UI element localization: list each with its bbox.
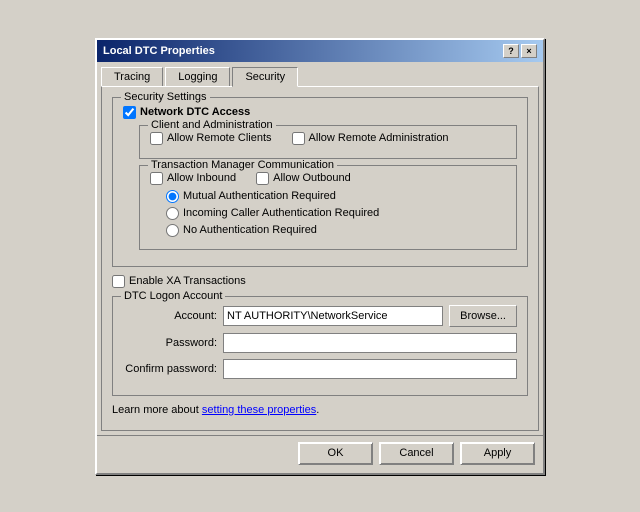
allow-outbound-row: Allow Outbound — [256, 172, 351, 185]
no-auth-label: No Authentication Required — [183, 224, 317, 236]
security-settings-group: Security Settings Network DTC Access Cli… — [112, 97, 528, 267]
password-row: Password: — [123, 333, 517, 353]
title-bar-buttons: ? × — [503, 44, 537, 58]
allow-inbound-row: Allow Inbound — [150, 172, 236, 185]
password-input[interactable] — [223, 333, 517, 353]
allow-remote-clients-checkbox[interactable] — [150, 132, 163, 145]
incoming-caller-radio[interactable] — [166, 207, 179, 220]
allow-outbound-checkbox[interactable] — [256, 172, 269, 185]
password-label: Password: — [123, 337, 223, 349]
network-dtc-label: Network DTC Access — [140, 106, 250, 118]
close-button[interactable]: × — [521, 44, 537, 58]
cancel-button[interactable]: Cancel — [379, 442, 454, 465]
enable-xa-row: Enable XA Transactions — [112, 275, 528, 288]
network-dtc-checkbox[interactable] — [123, 106, 136, 119]
incoming-caller-row: Incoming Caller Authentication Required — [166, 207, 506, 220]
security-settings-label: Security Settings — [121, 91, 210, 103]
enable-xa-checkbox[interactable] — [112, 275, 125, 288]
help-button[interactable]: ? — [503, 44, 519, 58]
allow-remote-admin-label: Allow Remote Administration — [309, 132, 449, 144]
dtc-logon-label: DTC Logon Account — [121, 290, 225, 302]
client-admin-options: Allow Remote Clients Allow Remote Admini… — [150, 132, 506, 150]
browse-button[interactable]: Browse... — [449, 305, 517, 327]
learn-more-link[interactable]: setting these properties — [202, 404, 316, 416]
learn-more-section: Learn more about setting these propertie… — [112, 404, 528, 416]
no-auth-row: No Authentication Required — [166, 224, 506, 237]
confirm-password-row: Confirm password: — [123, 359, 517, 379]
learn-more-text: Learn more about — [112, 404, 202, 416]
no-auth-radio[interactable] — [166, 224, 179, 237]
confirm-password-label: Confirm password: — [123, 363, 223, 375]
title-bar: Local DTC Properties ? × — [97, 40, 543, 62]
window-title: Local DTC Properties — [103, 45, 215, 57]
mutual-auth-row: Mutual Authentication Required — [166, 190, 506, 203]
network-dtc-row: Network DTC Access — [123, 106, 517, 119]
client-admin-group: Client and Administration Allow Remote C… — [139, 125, 517, 159]
tab-logging[interactable]: Logging — [165, 67, 230, 87]
allow-inbound-checkbox[interactable] — [150, 172, 163, 185]
allow-remote-admin-row: Allow Remote Administration — [292, 132, 449, 145]
allow-remote-clients-label: Allow Remote Clients — [167, 132, 272, 144]
main-window: Local DTC Properties ? × Tracing Logging… — [95, 38, 545, 475]
transaction-group: Transaction Manager Communication Allow … — [139, 165, 517, 250]
allow-inbound-label: Allow Inbound — [167, 172, 236, 184]
account-input[interactable] — [223, 306, 443, 326]
account-row: Account: Browse... — [123, 305, 517, 327]
mutual-auth-radio[interactable] — [166, 190, 179, 203]
mutual-auth-label: Mutual Authentication Required — [183, 190, 336, 202]
apply-button[interactable]: Apply — [460, 442, 535, 465]
allow-remote-admin-checkbox[interactable] — [292, 132, 305, 145]
tab-tracing[interactable]: Tracing — [101, 67, 163, 87]
button-row: OK Cancel Apply — [97, 435, 543, 473]
learn-more-end: . — [316, 404, 319, 416]
tab-bar: Tracing Logging Security — [97, 62, 543, 86]
transaction-group-label: Transaction Manager Communication — [148, 159, 337, 171]
allow-outbound-label: Allow Outbound — [273, 172, 351, 184]
client-admin-label: Client and Administration — [148, 119, 276, 131]
tab-security[interactable]: Security — [232, 67, 298, 87]
allow-remote-clients-row: Allow Remote Clients — [150, 132, 272, 145]
account-label: Account: — [123, 310, 223, 322]
inbound-outbound-row: Allow Inbound Allow Outbound — [150, 172, 506, 190]
incoming-caller-label: Incoming Caller Authentication Required — [183, 207, 379, 219]
ok-button[interactable]: OK — [298, 442, 373, 465]
dtc-logon-group: DTC Logon Account Account: Browse... Pas… — [112, 296, 528, 396]
confirm-password-input[interactable] — [223, 359, 517, 379]
tab-content-security: Security Settings Network DTC Access Cli… — [101, 86, 539, 431]
enable-xa-label: Enable XA Transactions — [129, 275, 246, 287]
